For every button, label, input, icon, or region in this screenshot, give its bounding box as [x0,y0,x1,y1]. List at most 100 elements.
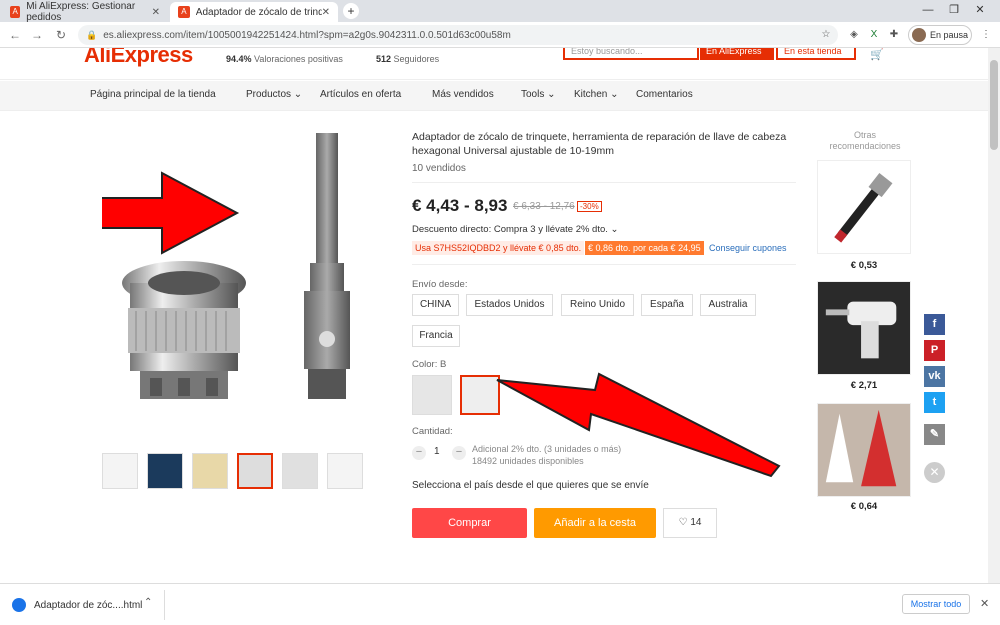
original-price: € 6,33 - 12,76 [513,201,575,212]
tab-label: Mi AliExpress: Gestionar pedidos [26,1,136,23]
direct-discount[interactable]: Descuento directo: Compra 3 y llévate 2%… [412,224,619,235]
product-price: € 4,43 - 8,93 [412,196,508,215]
divider [412,264,796,265]
show-all-downloads-button[interactable]: Mostrar todo [902,594,970,614]
close-share-icon[interactable]: ✕ [924,462,945,483]
excel-extension-icon[interactable]: X [866,27,882,43]
scrollbar-thumb[interactable] [990,60,998,150]
nav-reviews[interactable]: Comentarios [636,89,693,100]
close-tab-icon[interactable]: ✕ [152,7,160,18]
puzzle-icon[interactable]: ✚ [886,27,902,43]
facebook-icon[interactable]: f [924,314,945,335]
search-store-button[interactable]: En esta tienda [776,48,856,60]
product-thumbnail-selected[interactable] [237,453,273,489]
vk-icon[interactable]: vk [924,366,945,387]
product-main-image[interactable] [102,133,380,433]
product-thumbnail[interactable] [102,453,138,489]
followers-label: Seguidores [393,54,440,64]
nav-store-home[interactable]: Página principal de la tienda [90,89,216,100]
search-input[interactable]: Estoy buscando... [563,48,699,60]
divider [164,590,165,620]
thumbnail-strip [102,453,363,489]
back-icon[interactable]: ← [6,26,24,44]
recommendation-price: € 0,53 [850,260,878,271]
menu-icon[interactable]: ⋮ [978,27,994,43]
address-bar[interactable]: 🔒 es.aliexpress.com/item/100500194225142… [78,25,838,45]
pinterest-icon[interactable]: P [924,340,945,361]
chevron-down-icon: ⌄ [607,89,619,100]
color-label: Color: B [412,359,447,370]
product-thumbnail[interactable] [282,453,318,489]
recommendation-image[interactable] [817,403,911,497]
color-option-a[interactable] [412,375,452,415]
product-title: Adaptador de zócalo de trinquete, herram… [412,131,787,157]
red-arrow-right [496,372,781,478]
profile-label: En pausa [930,30,969,40]
profile-button[interactable]: En pausa [908,25,972,45]
reload-icon[interactable]: ↻ [52,26,70,44]
close-tab-icon[interactable]: ✕ [322,7,330,18]
extension-icon[interactable]: ◈ [846,27,862,43]
feedback-label: Valoraciones positivas [254,54,343,64]
nav-products[interactable]: Productos ⌄ [246,89,302,100]
ship-option-usa[interactable]: Estados Unidos [466,294,553,316]
quantity-increase-button[interactable]: − [452,446,466,460]
lock-icon: 🔒 [86,29,98,40]
chevron-down-icon: ⌄ [544,89,556,100]
avatar [912,28,926,42]
twitter-icon[interactable]: t [924,392,945,413]
ship-option-uk[interactable]: Reino Unido [561,294,634,316]
web-page: AliExpress 94.4% Valoraciones positivas … [0,48,988,583]
recommendation-image[interactable] [817,160,911,254]
tab-aliexpress-orders[interactable]: A Mi AliExpress: Gestionar pedidos ✕ [2,1,168,23]
new-tab-button[interactable]: + [343,3,359,19]
feedback-pct: 94.4% [226,54,252,64]
store-header: AliExpress 94.4% Valoraciones positivas … [0,48,988,80]
nav-label: Productos [246,89,292,100]
product-thumbnail[interactable] [327,453,363,489]
add-to-cart-button[interactable]: Añadir a la cesta [534,508,656,538]
aliexpress-favicon-icon: A [178,6,190,18]
quantity-value[interactable]: 1 [434,446,440,457]
recommendation-price: € 2,71 [850,380,878,391]
ship-option-china[interactable]: CHINA [412,294,459,316]
product-thumbnail[interactable] [192,453,228,489]
minimize-icon[interactable]: — [916,0,940,20]
chevron-up-icon[interactable]: ⌃ [144,597,152,608]
store-category-nav: Página principal de la tienda Productos … [0,81,988,111]
product-thumbnail[interactable] [147,453,183,489]
bookmark-star-icon[interactable]: ☆ [818,27,834,43]
aliexpress-logo[interactable]: AliExpress [84,48,193,68]
sold-count: 10 vendidos [412,163,466,174]
ship-option-spain[interactable]: España [641,294,693,316]
feedback-stat: 94.4% Valoraciones positivas [226,54,343,64]
browser-toolbar: ← → ↻ 🔒 es.aliexpress.com/item/100500194… [0,22,1000,48]
color-option-b-selected[interactable] [460,375,500,415]
nav-offers[interactable]: Artículos en oferta [320,89,401,100]
buy-now-button[interactable]: Comprar [412,508,527,538]
window-close-icon[interactable]: ✕ [968,0,992,20]
search-aliexpress-button[interactable]: En AliExpress [700,48,774,60]
aliexpress-favicon-icon: A [10,6,21,18]
close-download-bar-icon[interactable]: ✕ [980,597,989,610]
tab-label: Adaptador de zócalo de trinquete... [195,6,322,18]
coupon-code[interactable]: Usa S7HS52IQDBD2 y llévate € 0,85 dto. [412,241,585,255]
edge-file-icon [12,598,26,612]
quantity-decrease-button[interactable]: − [412,446,426,460]
nav-tools[interactable]: Tools ⌄ [521,89,556,100]
nav-best-sellers[interactable]: Más vendidos [432,89,494,100]
wishlist-button[interactable]: ♡ 14 [663,508,717,538]
edit-icon[interactable]: ✎ [924,424,945,445]
cart-icon[interactable]: 🛒 [870,48,886,61]
ship-option-australia[interactable]: Australia [700,294,756,316]
download-item[interactable]: Adaptador de zóc....html [12,598,142,612]
get-coupons-link[interactable]: Conseguir cupones [706,241,790,255]
maximize-icon[interactable]: ❐ [942,0,966,20]
forward-icon[interactable]: → [28,26,46,44]
store-coupon[interactable]: € 0,86 dto. por cada € 24,95 [585,241,704,255]
recommendation-image[interactable] [817,281,911,375]
recommendation-price: € 0,64 [850,501,878,512]
ship-option-france[interactable]: Francia [412,325,460,347]
tab-product-page[interactable]: A Adaptador de zócalo de trinquete... ✕ [170,2,338,22]
nav-kitchen[interactable]: Kitchen ⌄ [574,89,619,100]
